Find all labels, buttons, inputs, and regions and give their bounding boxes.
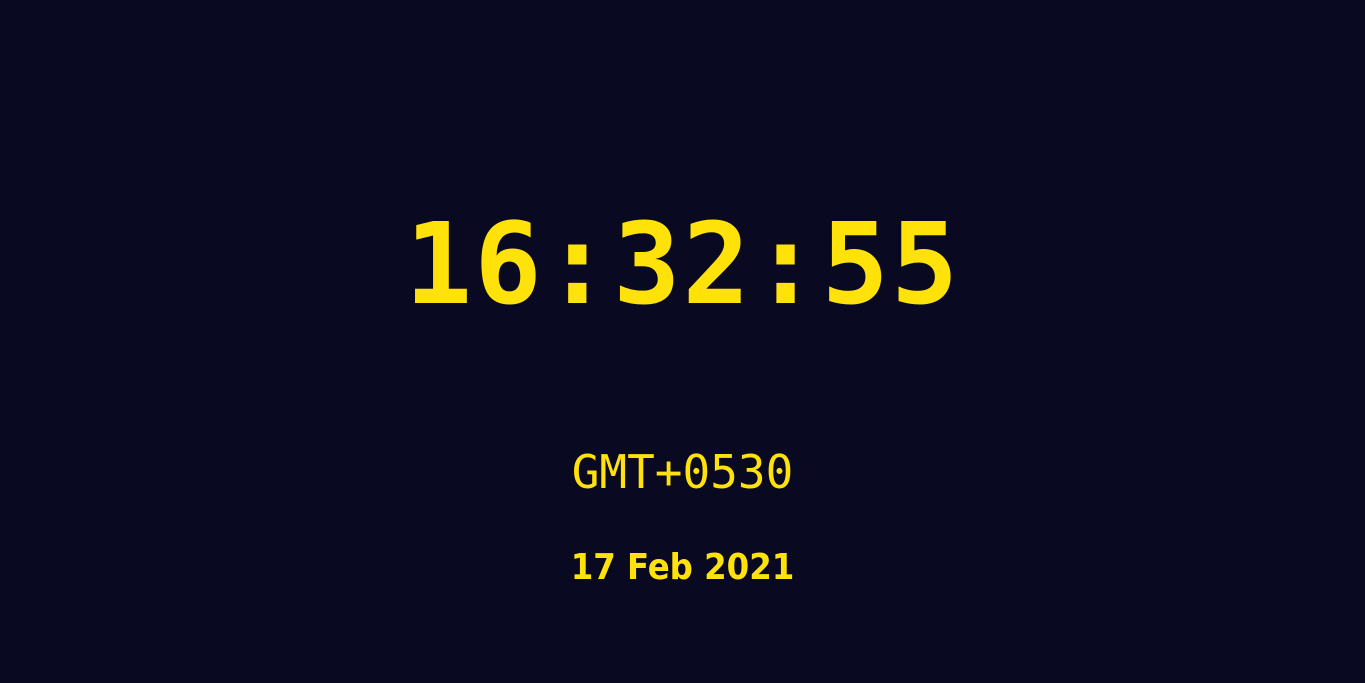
clock-screen: 16:32:55 GMT+0530 17 Feb 2021 [0,0,1365,683]
timezone-label: GMT+0530 [571,445,794,499]
date-label: 17 Feb 2021 [570,547,795,588]
time-display: 16:32:55 [404,200,961,330]
